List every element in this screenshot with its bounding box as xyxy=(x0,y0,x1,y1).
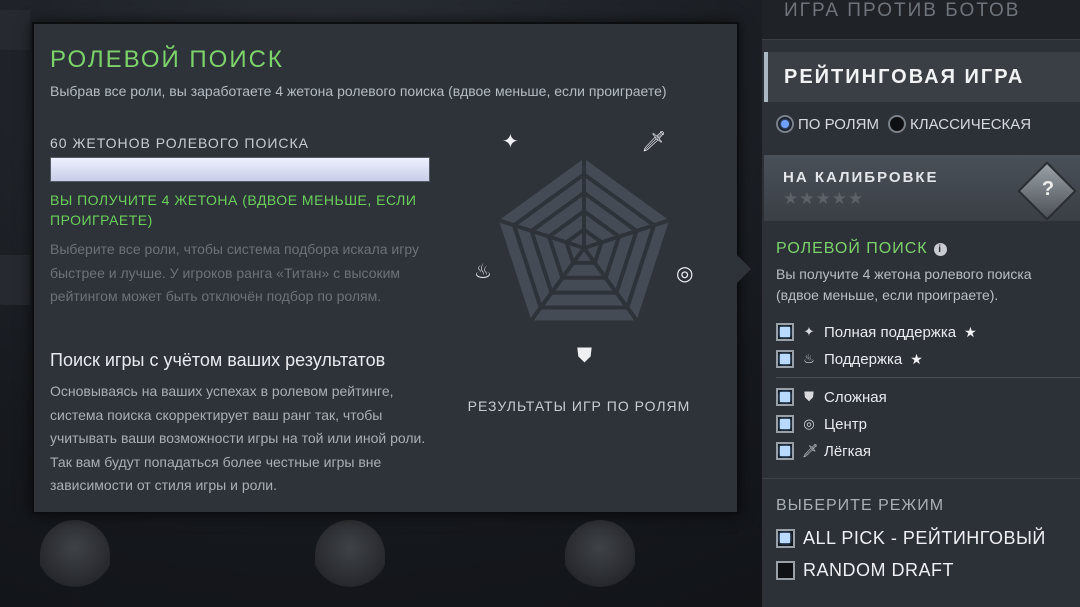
token-count-label: 60 ЖЕТОНОВ РОЛЕВОГО ПОИСКА xyxy=(50,135,310,151)
mode-checkbox-random-draft[interactable]: RANDOM DRAFT xyxy=(776,560,954,581)
role-divider xyxy=(776,377,1080,378)
play-options-panel: ИГРА ПРОТИВ БОТОВ РЕЙТИНГОВАЯ ИГРА ПО РО… xyxy=(762,0,1080,607)
role-label: Центр xyxy=(824,415,867,433)
preferred-star-icon: ★ xyxy=(964,323,977,340)
rank-unknown-glyph: ? xyxy=(1041,178,1055,200)
background-tile xyxy=(0,10,30,50)
checkbox-checked-icon xyxy=(776,388,794,406)
support-icon: ♨ xyxy=(803,351,815,366)
tab-bots-label: ИГРА ПРОТИВ БОТОВ xyxy=(784,0,1021,21)
tooltip-subtitle: Выбрав все роли, вы заработаете 4 жетона… xyxy=(50,83,667,99)
radio-classic-label: КЛАССИЧЕСКАЯ xyxy=(910,115,1032,133)
token-progress-fill xyxy=(51,158,429,181)
checkbox-checked-icon xyxy=(776,350,794,368)
background-tile xyxy=(0,255,30,305)
mode-label: ALL PICK - РЕЙТИНГОВЫЙ xyxy=(803,528,1046,548)
role-queue-tooltip: РОЛЕВОЙ ПОИСК Выбрав все роли, вы зарабо… xyxy=(32,22,739,514)
offlane-shield-icon: ⛊ xyxy=(577,345,592,367)
role-label: Полная поддержка xyxy=(824,323,957,341)
radio-role-queue-label: ПО РОЛЯМ xyxy=(798,115,879,133)
results-section-title: Поиск игры с учётом ваших результатов xyxy=(50,350,386,370)
radio-unselected-icon xyxy=(888,115,906,133)
token-reward-text: ВЫ ПОЛУЧИТЕ 4 ЖЕТОНА (ВДВОЕ МЕНЬШЕ, ЕСЛИ… xyxy=(50,192,417,228)
calibration-stars: ★★★★★ xyxy=(783,189,865,208)
radio-selected-icon xyxy=(776,115,794,133)
token-progress-bar xyxy=(50,157,430,182)
mode-checkbox-all-pick[interactable]: ALL PICK - РЕЙТИНГОВЫЙ xyxy=(776,528,1046,549)
role-checkbox-full-support[interactable]: ✦ Полная поддержка ★ xyxy=(776,323,977,341)
background-trophy-icon xyxy=(40,520,110,590)
checkbox-checked-icon xyxy=(776,415,794,433)
full-support-icon: ✦ xyxy=(803,324,815,339)
tab-bots[interactable]: ИГРА ПРОТИВ БОТОВ xyxy=(762,0,1080,40)
role-results-radar xyxy=(494,153,674,325)
role-label: Сложная xyxy=(824,388,887,406)
radio-classic-queue[interactable]: КЛАССИЧЕСКАЯ xyxy=(888,115,1031,133)
role-search-title: РОЛЕВОЙ ПОИСК i xyxy=(776,240,947,258)
role-hint-text: Выберите все роли, чтобы система подбора… xyxy=(50,241,419,304)
radio-role-queue[interactable]: ПО РОЛЯМ xyxy=(776,115,879,133)
mode-section-title: ВЫБЕРИТЕ РЕЖИМ xyxy=(776,497,945,514)
role-search-description: Вы получите 4 жетона ролевого поиска (вд… xyxy=(776,266,1032,303)
role-label: Поддержка xyxy=(824,350,903,368)
offlane-icon: ⛊ xyxy=(804,389,814,404)
tab-ranked-label: РЕЙТИНГОВАЯ ИГРА xyxy=(784,66,1025,88)
mid-icon: ◎ xyxy=(803,416,815,431)
mid-bow-icon: ◎ xyxy=(676,263,694,285)
background-trophy-icon xyxy=(565,520,635,590)
carry-sword-icon: 🗡 xyxy=(641,131,667,153)
checkbox-checked-icon xyxy=(776,529,795,548)
tooltip-pointer xyxy=(737,255,751,283)
checkbox-unchecked-icon xyxy=(776,561,795,580)
mode-label: RANDOM DRAFT xyxy=(803,560,954,580)
game-client-screen: РОЛЕВОЙ ПОИСК Выбрав все роли, вы зарабо… xyxy=(0,0,1080,607)
checkbox-checked-icon xyxy=(776,323,794,341)
role-checkbox-mid[interactable]: ◎ Центр xyxy=(776,415,867,433)
role-checkbox-offlane[interactable]: ⛊ Сложная xyxy=(776,388,887,406)
full-support-icon: ✦ xyxy=(502,131,519,153)
calibration-label: НА КАЛИБРОВКЕ xyxy=(783,169,939,186)
tooltip-title: РОЛЕВОЙ ПОИСК xyxy=(50,46,284,73)
support-hand-icon: ♨ xyxy=(474,261,492,283)
role-checkbox-carry[interactable]: 🗡 Лёгкая xyxy=(776,442,871,460)
role-search-title-text: РОЛЕВОЙ ПОИСК xyxy=(776,240,928,257)
section-divider xyxy=(762,478,1080,479)
background-trophy-icon xyxy=(315,520,385,590)
tab-ranked[interactable]: РЕЙТИНГОВАЯ ИГРА xyxy=(764,52,1080,102)
carry-icon: 🗡 xyxy=(802,443,819,458)
checkbox-checked-icon xyxy=(776,442,794,460)
results-section-body: Основываясь на ваших успехах в ролевом р… xyxy=(50,383,426,493)
info-icon[interactable]: i xyxy=(933,243,947,256)
preferred-star-icon: ★ xyxy=(910,350,923,367)
role-label: Лёгкая xyxy=(824,442,872,460)
role-checkbox-support[interactable]: ♨ Поддержка ★ xyxy=(776,350,923,368)
radar-caption: РЕЗУЛЬТАТЫ ИГР ПО РОЛЯМ xyxy=(467,398,691,414)
